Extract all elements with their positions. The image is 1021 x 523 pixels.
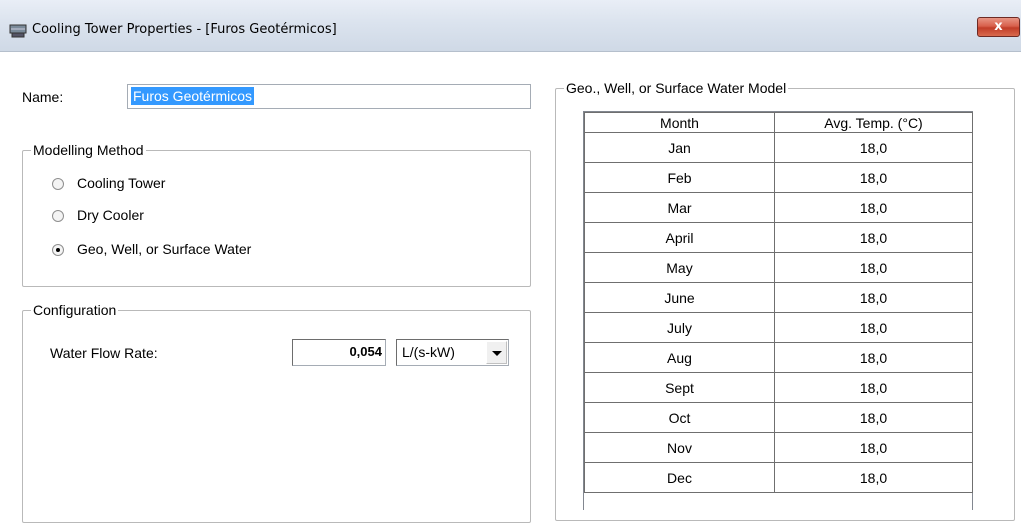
month-cell: Jan [584,132,775,163]
table-row: July 18,0 [584,312,973,343]
table-row: May 18,0 [584,252,973,283]
month-cell: Aug [584,342,775,373]
month-cell: Feb [584,162,775,193]
table-row: Dec 18,0 [584,462,973,493]
temp-cell[interactable]: 18,0 [774,342,973,373]
month-cell: Nov [584,432,775,463]
chevron-down-icon[interactable] [486,341,507,364]
name-label: Name: [22,89,64,105]
title-bar: Cooling Tower Properties - [Furos Geotér… [0,0,1021,52]
temp-cell[interactable]: 18,0 [774,252,973,283]
window-title: Cooling Tower Properties - [Furos Geotér… [32,22,337,37]
temp-cell[interactable]: 18,0 [774,222,973,253]
table-row: Feb 18,0 [584,162,973,193]
month-cell: June [584,282,775,313]
temp-cell[interactable]: 18,0 [774,372,973,403]
month-cell: Oct [584,402,775,433]
temp-cell[interactable]: 18,0 [774,432,973,463]
month-cell: April [584,222,775,253]
temp-cell[interactable]: 18,0 [774,282,973,313]
name-input-value: Furos Geotérmicos [131,87,255,105]
temp-cell[interactable]: 18,0 [774,402,973,433]
temp-cell[interactable]: 18,0 [774,132,973,163]
name-input[interactable]: Furos Geotérmicos [127,84,531,109]
flow-unit-value: L/(s-kW) [402,344,455,360]
table-row: Mar 18,0 [584,192,973,223]
dialog-body: Name: Furos Geotérmicos Modelling Method… [0,53,1021,523]
water-flow-rate-input[interactable]: 0,054 [292,339,386,366]
month-cell: Sept [584,372,775,403]
geo-water-model-legend: Geo., Well, or Surface Water Model [566,80,787,96]
radio-dry-cooler-indicator[interactable] [52,210,64,222]
table-row: Jan 18,0 [584,132,973,163]
table-row: June 18,0 [584,282,973,313]
radio-cooling-tower-label: Cooling Tower [77,175,166,191]
water-flow-rate-label: Water Flow Rate: [50,345,158,361]
cooling-tower-icon [9,24,27,38]
table-row: April 18,0 [584,222,973,253]
radio-dry-cooler-label: Dry Cooler [77,207,144,223]
radio-geo-well-surface-water-indicator[interactable] [52,244,64,256]
month-cell: Dec [584,462,775,493]
configuration-legend: Configuration [33,302,117,318]
column-header-avg-temp: Avg. Temp. (°C) [774,112,973,133]
flow-unit-select[interactable]: L/(s-kW) [396,339,509,366]
radio-cooling-tower-indicator[interactable] [52,178,64,190]
temp-cell[interactable]: 18,0 [774,162,973,193]
temp-cell[interactable]: 18,0 [774,462,973,493]
month-cell: May [584,252,775,283]
column-header-month: Month [584,112,775,133]
configuration-group: Configuration [22,303,531,523]
close-button[interactable]: x [977,17,1020,37]
month-cell: July [584,312,775,343]
month-cell: Mar [584,192,775,223]
monthly-temperature-table: Month Avg. Temp. (°C) Jan 18,0 Feb 18,0 Ma… [583,111,973,510]
table-row: Oct 18,0 [584,402,973,433]
table-row: Sept 18,0 [584,372,973,403]
temp-cell[interactable]: 18,0 [774,192,973,223]
modelling-method-legend: Modelling Method [33,142,144,158]
radio-geo-well-surface-water-label: Geo, Well, or Surface Water [77,241,252,257]
table-row: Nov 18,0 [584,432,973,463]
table-row: Aug 18,0 [584,342,973,373]
temp-cell[interactable]: 18,0 [774,312,973,343]
